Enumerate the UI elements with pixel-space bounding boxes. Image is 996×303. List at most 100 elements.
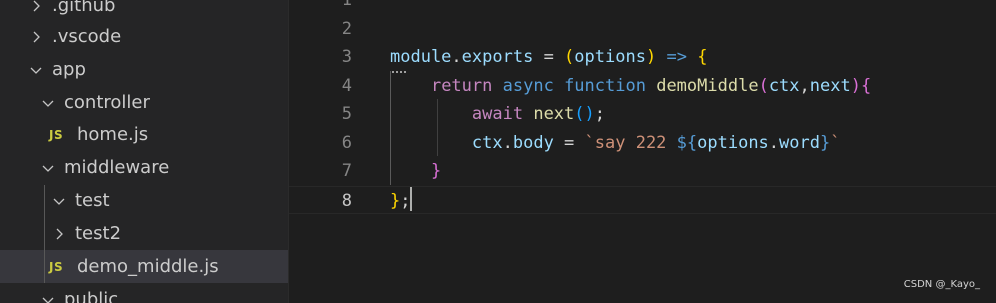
tree-item-controller[interactable]: controller xyxy=(0,86,288,119)
code-text: }; xyxy=(390,187,411,216)
indent-guide xyxy=(437,99,438,156)
code-token: body xyxy=(512,132,554,153)
line-number: 5 xyxy=(341,104,352,124)
code-line[interactable]: 2 xyxy=(289,15,996,44)
code-line[interactable]: 5 await next(); xyxy=(289,100,996,129)
code-token: ${ xyxy=(676,132,698,153)
tree-item-label: test2 xyxy=(75,223,122,244)
code-token: ) xyxy=(850,75,861,96)
code-token: `say 222 xyxy=(584,132,677,153)
chevron-down-icon[interactable] xyxy=(49,191,69,211)
code-token: ctx xyxy=(471,132,503,153)
tree-item-app[interactable]: app xyxy=(0,53,288,86)
tree-item-github[interactable]: .github xyxy=(0,0,288,22)
code-token: module xyxy=(390,47,452,67)
line-number: 4 xyxy=(341,75,352,96)
chevron-down-icon[interactable] xyxy=(38,290,58,303)
hint-dots xyxy=(392,69,406,73)
code-token: async xyxy=(502,75,554,96)
code-line[interactable]: 8}; xyxy=(289,185,996,216)
code-token: ctx xyxy=(768,75,800,96)
tree-item-public[interactable]: public xyxy=(0,283,288,303)
code-token: ; xyxy=(400,190,411,211)
code-line[interactable]: 6 ctx.body = `say 222 ${options.word}` xyxy=(289,129,996,158)
tree-item-label: demo_middle.js xyxy=(77,256,219,277)
line-number: 1 xyxy=(341,0,352,10)
tree-item-label: controller xyxy=(64,92,150,113)
code-token: } xyxy=(820,132,831,153)
chevron-down-icon[interactable] xyxy=(38,93,58,113)
code-token: options xyxy=(697,132,769,153)
code-line[interactable]: 4 return async function demoMiddle(ctx,n… xyxy=(289,72,996,101)
tree-item-label: home.js xyxy=(77,124,149,145)
code-token: exports xyxy=(461,47,534,67)
tree-item-home-js[interactable]: JS home.js xyxy=(0,118,288,151)
code-editor[interactable]: 1 2 3 module.exports = (options) => {4 retu… xyxy=(289,0,996,303)
code-token: { xyxy=(860,75,872,96)
line-number: 8 xyxy=(341,190,352,211)
chevron-down-icon[interactable] xyxy=(38,158,58,178)
javascript-file-icon: JS xyxy=(49,127,64,142)
code-token: () xyxy=(574,104,595,124)
tree-item-label: .github xyxy=(52,0,116,16)
watermark: CSDN @_Kayo_ xyxy=(903,279,980,290)
code-token: = xyxy=(553,132,585,153)
tree-item-label: .vscode xyxy=(52,26,122,47)
code-token: ( xyxy=(564,47,575,67)
code-token: = xyxy=(533,47,565,67)
code-token: . xyxy=(502,132,513,153)
code-text: } xyxy=(390,157,441,186)
code-token: } xyxy=(390,190,401,211)
code-line[interactable]: 1 xyxy=(289,0,996,15)
code-token: ( xyxy=(758,75,769,96)
chevron-right-icon[interactable] xyxy=(49,224,69,244)
code-token: return xyxy=(430,75,493,96)
code-token: . xyxy=(768,132,780,153)
javascript-file-icon: JS xyxy=(49,259,64,274)
code-text: module.exports = (options) => { xyxy=(390,43,707,72)
code-token: ` xyxy=(830,132,841,153)
tree-item-label: middleware xyxy=(64,157,170,178)
code-token: } xyxy=(430,161,442,181)
indent-guide xyxy=(390,71,391,185)
chevron-right-icon[interactable] xyxy=(26,27,46,47)
chevron-down-icon[interactable] xyxy=(26,60,46,80)
line-number: 7 xyxy=(341,161,352,181)
code-token: next xyxy=(809,75,851,96)
tree-item-label: app xyxy=(52,59,86,80)
tree-item-middleware[interactable]: middleware xyxy=(0,151,288,184)
code-line[interactable]: 7 } xyxy=(289,157,996,186)
line-number: 2 xyxy=(341,18,352,39)
line-number: 6 xyxy=(341,132,352,153)
code-token: function xyxy=(564,75,646,96)
code-token: next xyxy=(533,104,575,124)
code-line[interactable]: 3 module.exports = (options) => { xyxy=(289,43,996,72)
chevron-right-icon[interactable] xyxy=(26,0,46,16)
code-token: options xyxy=(574,47,646,67)
code-text: await next(); xyxy=(390,100,605,129)
code-token: word xyxy=(779,132,820,153)
code-token: , xyxy=(799,75,810,96)
line-number: 3 xyxy=(341,47,352,67)
code-token: demoMiddle xyxy=(656,75,759,96)
explorer-sidebar: .github .vscode app controller JS home.j… xyxy=(0,0,289,303)
tree-item-vscode[interactable]: .vscode xyxy=(0,20,288,53)
code-token: ; xyxy=(594,104,606,124)
code-text: return async function demoMiddle(ctx,nex… xyxy=(390,72,871,101)
code-text: ctx.body = `say 222 ${options.word}` xyxy=(390,129,841,158)
code-token: await xyxy=(471,104,524,124)
tree-indent-guide xyxy=(44,185,45,283)
code-token: => xyxy=(666,47,687,67)
code-token: { xyxy=(697,47,708,67)
text-cursor xyxy=(410,187,412,211)
